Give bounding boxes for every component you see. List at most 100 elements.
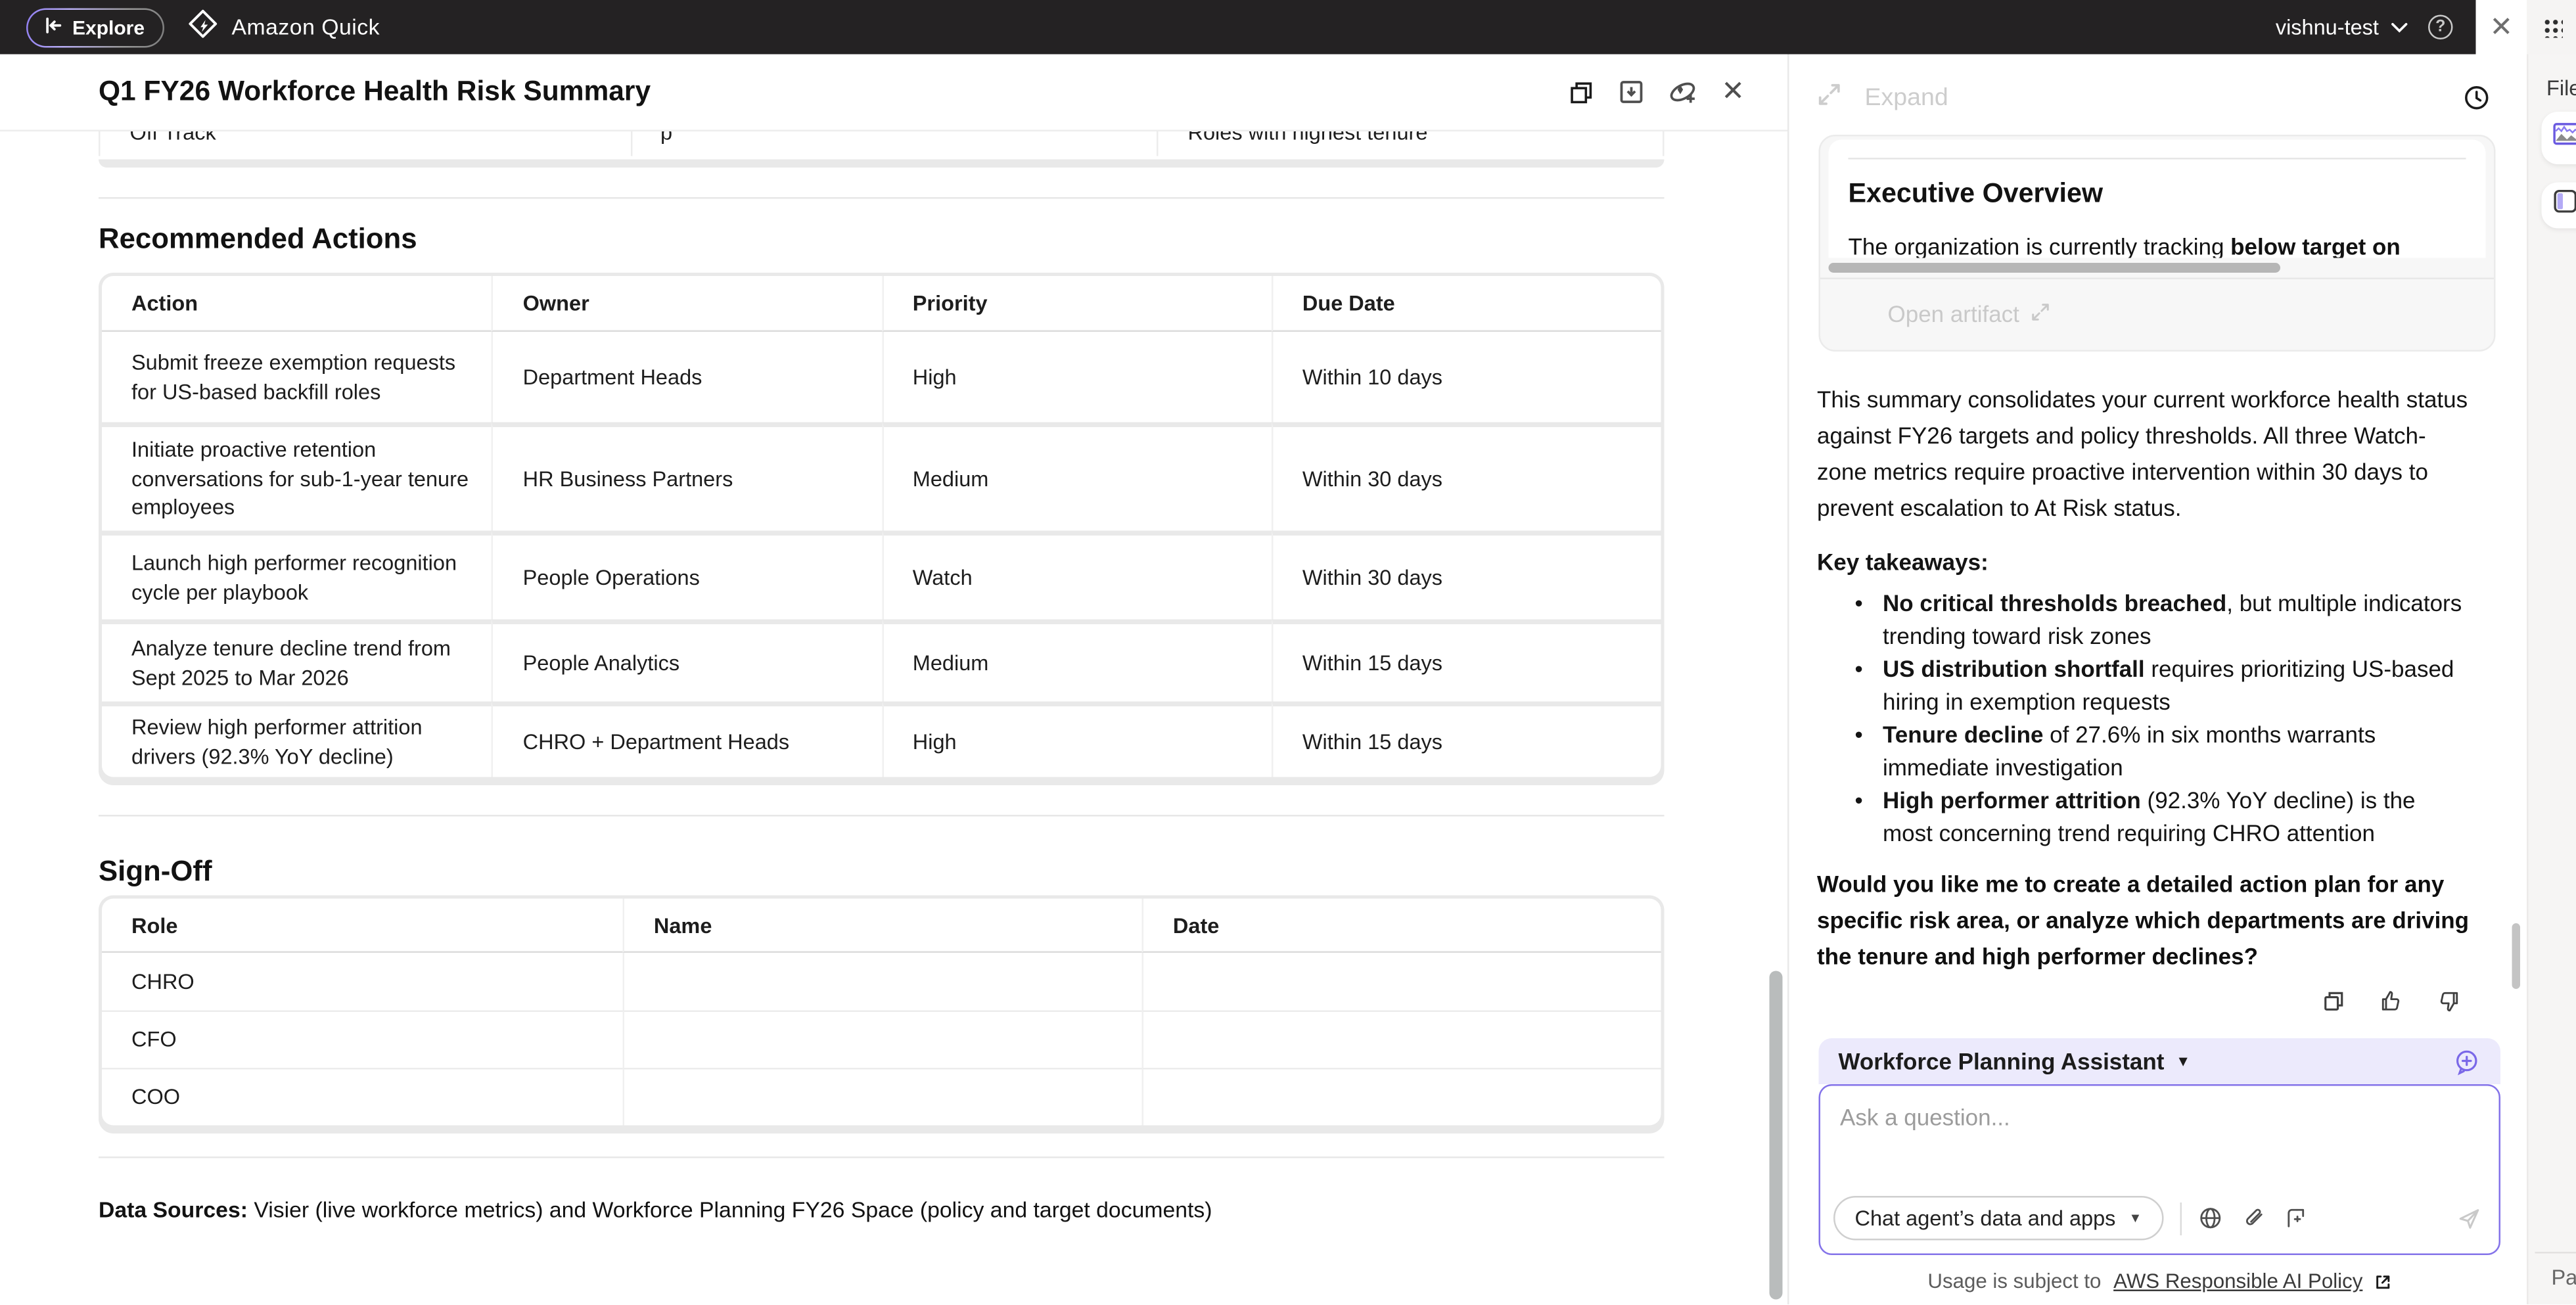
column-header: Name [622, 899, 1141, 953]
ai-enhance-icon[interactable] [1667, 78, 1700, 107]
document-scrollbar[interactable] [1770, 971, 1783, 1300]
app-window: Explore Amazon Quick vishnu-test ? ✕ Q1 … [0, 0, 2576, 1304]
download-icon[interactable] [1616, 78, 1645, 107]
takeaway-item: High performer attrition (92.3% YoY decl… [1845, 784, 2472, 850]
pages-label: Page [2552, 1265, 2576, 1290]
owner-cell: People Operations [492, 531, 881, 620]
data-scope-label: Chat agent’s data and apps [1855, 1206, 2116, 1231]
chat-input-box[interactable]: Chat agent’s data and apps ▼ [1819, 1084, 2501, 1255]
file-thumbnail-chart[interactable] [2542, 112, 2576, 164]
send-icon[interactable] [2456, 1205, 2483, 1231]
column-header: Role [102, 899, 622, 953]
top-bar: Explore Amazon Quick vishnu-test ? [0, 0, 2476, 55]
data-sources-text: Visier (live workforce metrics) and Work… [248, 1198, 1212, 1223]
date-cell-empty [1141, 1011, 1661, 1068]
table-bottom-frame [99, 160, 1665, 168]
due-cell: Within 15 days [1271, 702, 1661, 777]
brand[interactable]: Amazon Quick [187, 7, 380, 47]
table-header-row: Action Owner Priority Due Date [102, 276, 1661, 332]
name-cell-empty [622, 953, 1141, 1011]
attachment-icon[interactable] [2240, 1206, 2265, 1231]
due-cell: Within 15 days [1271, 620, 1661, 702]
due-cell: Within 10 days [1271, 332, 1661, 423]
thumbs-up-icon[interactable] [2379, 989, 2404, 1014]
priority-cell: Medium [881, 620, 1271, 702]
data-scope-selector[interactable]: Chat agent’s data and apps ▼ [1833, 1196, 2163, 1241]
expand-label: Expand [1865, 84, 1948, 112]
chat-input[interactable] [1820, 1086, 2499, 1181]
section-divider [99, 197, 1665, 199]
priority-cell: High [881, 332, 1271, 423]
explore-label: Explore [72, 16, 145, 39]
assistant-question: Would you like me to create a detailed a… [1817, 866, 2471, 974]
column-header: Priority [881, 276, 1271, 332]
action-cell: Submit freeze exemption requests for US-… [102, 332, 492, 423]
section-divider [99, 1156, 1665, 1158]
clipped-mid-cell: p [660, 131, 672, 147]
takeaways-list: No critical thresholds breached, but mul… [1817, 587, 2471, 850]
chevron-down-icon: ▼ [2176, 1053, 2190, 1070]
artifact-horizontal-scrollbar[interactable] [1829, 263, 2281, 273]
history-clock-icon[interactable] [2463, 84, 2491, 112]
action-cell: Launch high performer recognition cycle … [102, 531, 492, 620]
table-row: Analyze tenure decline trend from Sept 2… [102, 620, 1661, 702]
new-chat-icon[interactable] [2453, 1047, 2481, 1076]
document-header: Q1 FY26 Workforce Health Risk Summary ✕ [0, 55, 1787, 132]
open-artifact-button[interactable]: Open artifact [1820, 278, 2494, 350]
chevron-down-icon [2391, 15, 2409, 40]
name-cell-empty [622, 1068, 1141, 1126]
date-cell-empty [1141, 953, 1661, 1011]
table-row: COO [102, 1068, 1661, 1126]
usage-prefix: Usage is subject to [1927, 1270, 2101, 1293]
explore-button[interactable]: Explore [26, 7, 164, 47]
files-label: File [2546, 76, 2576, 101]
account-name: vishnu-test [2276, 15, 2379, 40]
takeaway-item: Tenure decline of 27.6% in six months wa… [1845, 718, 2472, 784]
table-row: Submit freeze exemption requests for US-… [102, 332, 1661, 423]
chevron-down-icon: ▼ [2128, 1211, 2142, 1226]
close-window-icon[interactable]: ✕ [2476, 0, 2527, 55]
action-cell: Initiate proactive retention conversatio… [102, 423, 492, 531]
document-title: Q1 FY26 Workforce Health Risk Summary [99, 76, 651, 108]
prompts-icon[interactable] [2283, 1206, 2308, 1231]
web-search-icon[interactable] [2197, 1206, 2222, 1231]
panel-scrollbar[interactable] [2512, 923, 2521, 989]
priority-cell: Watch [881, 531, 1271, 620]
column-header: Action [102, 276, 492, 332]
close-document-icon[interactable]: ✕ [1721, 76, 1745, 108]
expand-button[interactable]: Expand [1817, 82, 1948, 114]
help-icon[interactable]: ? [2428, 15, 2453, 40]
signoff-heading: Sign-Off [99, 854, 1741, 889]
strip-divider [2535, 1252, 2576, 1254]
copy-response-icon[interactable] [2322, 989, 2347, 1014]
clipped-table-row: Off Track p Roles with highest tenure [99, 131, 1665, 156]
file-thumbnail-layout[interactable] [2542, 183, 2576, 229]
artifact-preview[interactable]: Executive Overview The organization is c… [1819, 135, 2496, 352]
role-cell: CHRO [102, 953, 622, 1011]
clipped-note-cell: Roles with highest tenure [1188, 131, 1428, 147]
table-row: CHRO [102, 953, 1661, 1011]
app-grid-icon[interactable] [2527, 0, 2576, 55]
expand-icon [1817, 82, 1842, 114]
table-row: Initiate proactive retention conversatio… [102, 423, 1661, 531]
collapse-left-icon [43, 14, 64, 40]
assistant-panel: Expand Executive Overview The organizati… [1787, 55, 2527, 1305]
image-chart-icon [2553, 122, 2576, 154]
priority-cell: Medium [881, 423, 1271, 531]
table-row: Launch high performer recognition cycle … [102, 531, 1661, 620]
role-cell: COO [102, 1068, 622, 1126]
data-sources-label: Data Sources: [99, 1198, 248, 1223]
open-artifact-expand-icon [2031, 301, 2050, 327]
due-cell: Within 30 days [1271, 423, 1661, 531]
copy-document-icon[interactable] [1567, 78, 1595, 106]
clipped-status-cell: Off Track [130, 131, 216, 147]
thumbs-down-icon[interactable] [2437, 989, 2462, 1014]
assistant-chat: Workforce Planning Assistant ▼ Chat agen… [1819, 1038, 2501, 1296]
artifact-preview-text: The organization is currently tracking b… [1849, 233, 2466, 258]
document-body: Off Track p Roles with highest tenure Re… [0, 131, 1771, 1304]
responsible-ai-policy-link[interactable]: AWS Responsible AI Policy [2113, 1270, 2362, 1293]
account-menu[interactable]: vishnu-test [2276, 15, 2408, 40]
due-cell: Within 30 days [1271, 531, 1661, 620]
table-row: Review high performer attrition drivers … [102, 702, 1661, 777]
assistant-selector[interactable]: Workforce Planning Assistant ▼ [1819, 1038, 2501, 1084]
